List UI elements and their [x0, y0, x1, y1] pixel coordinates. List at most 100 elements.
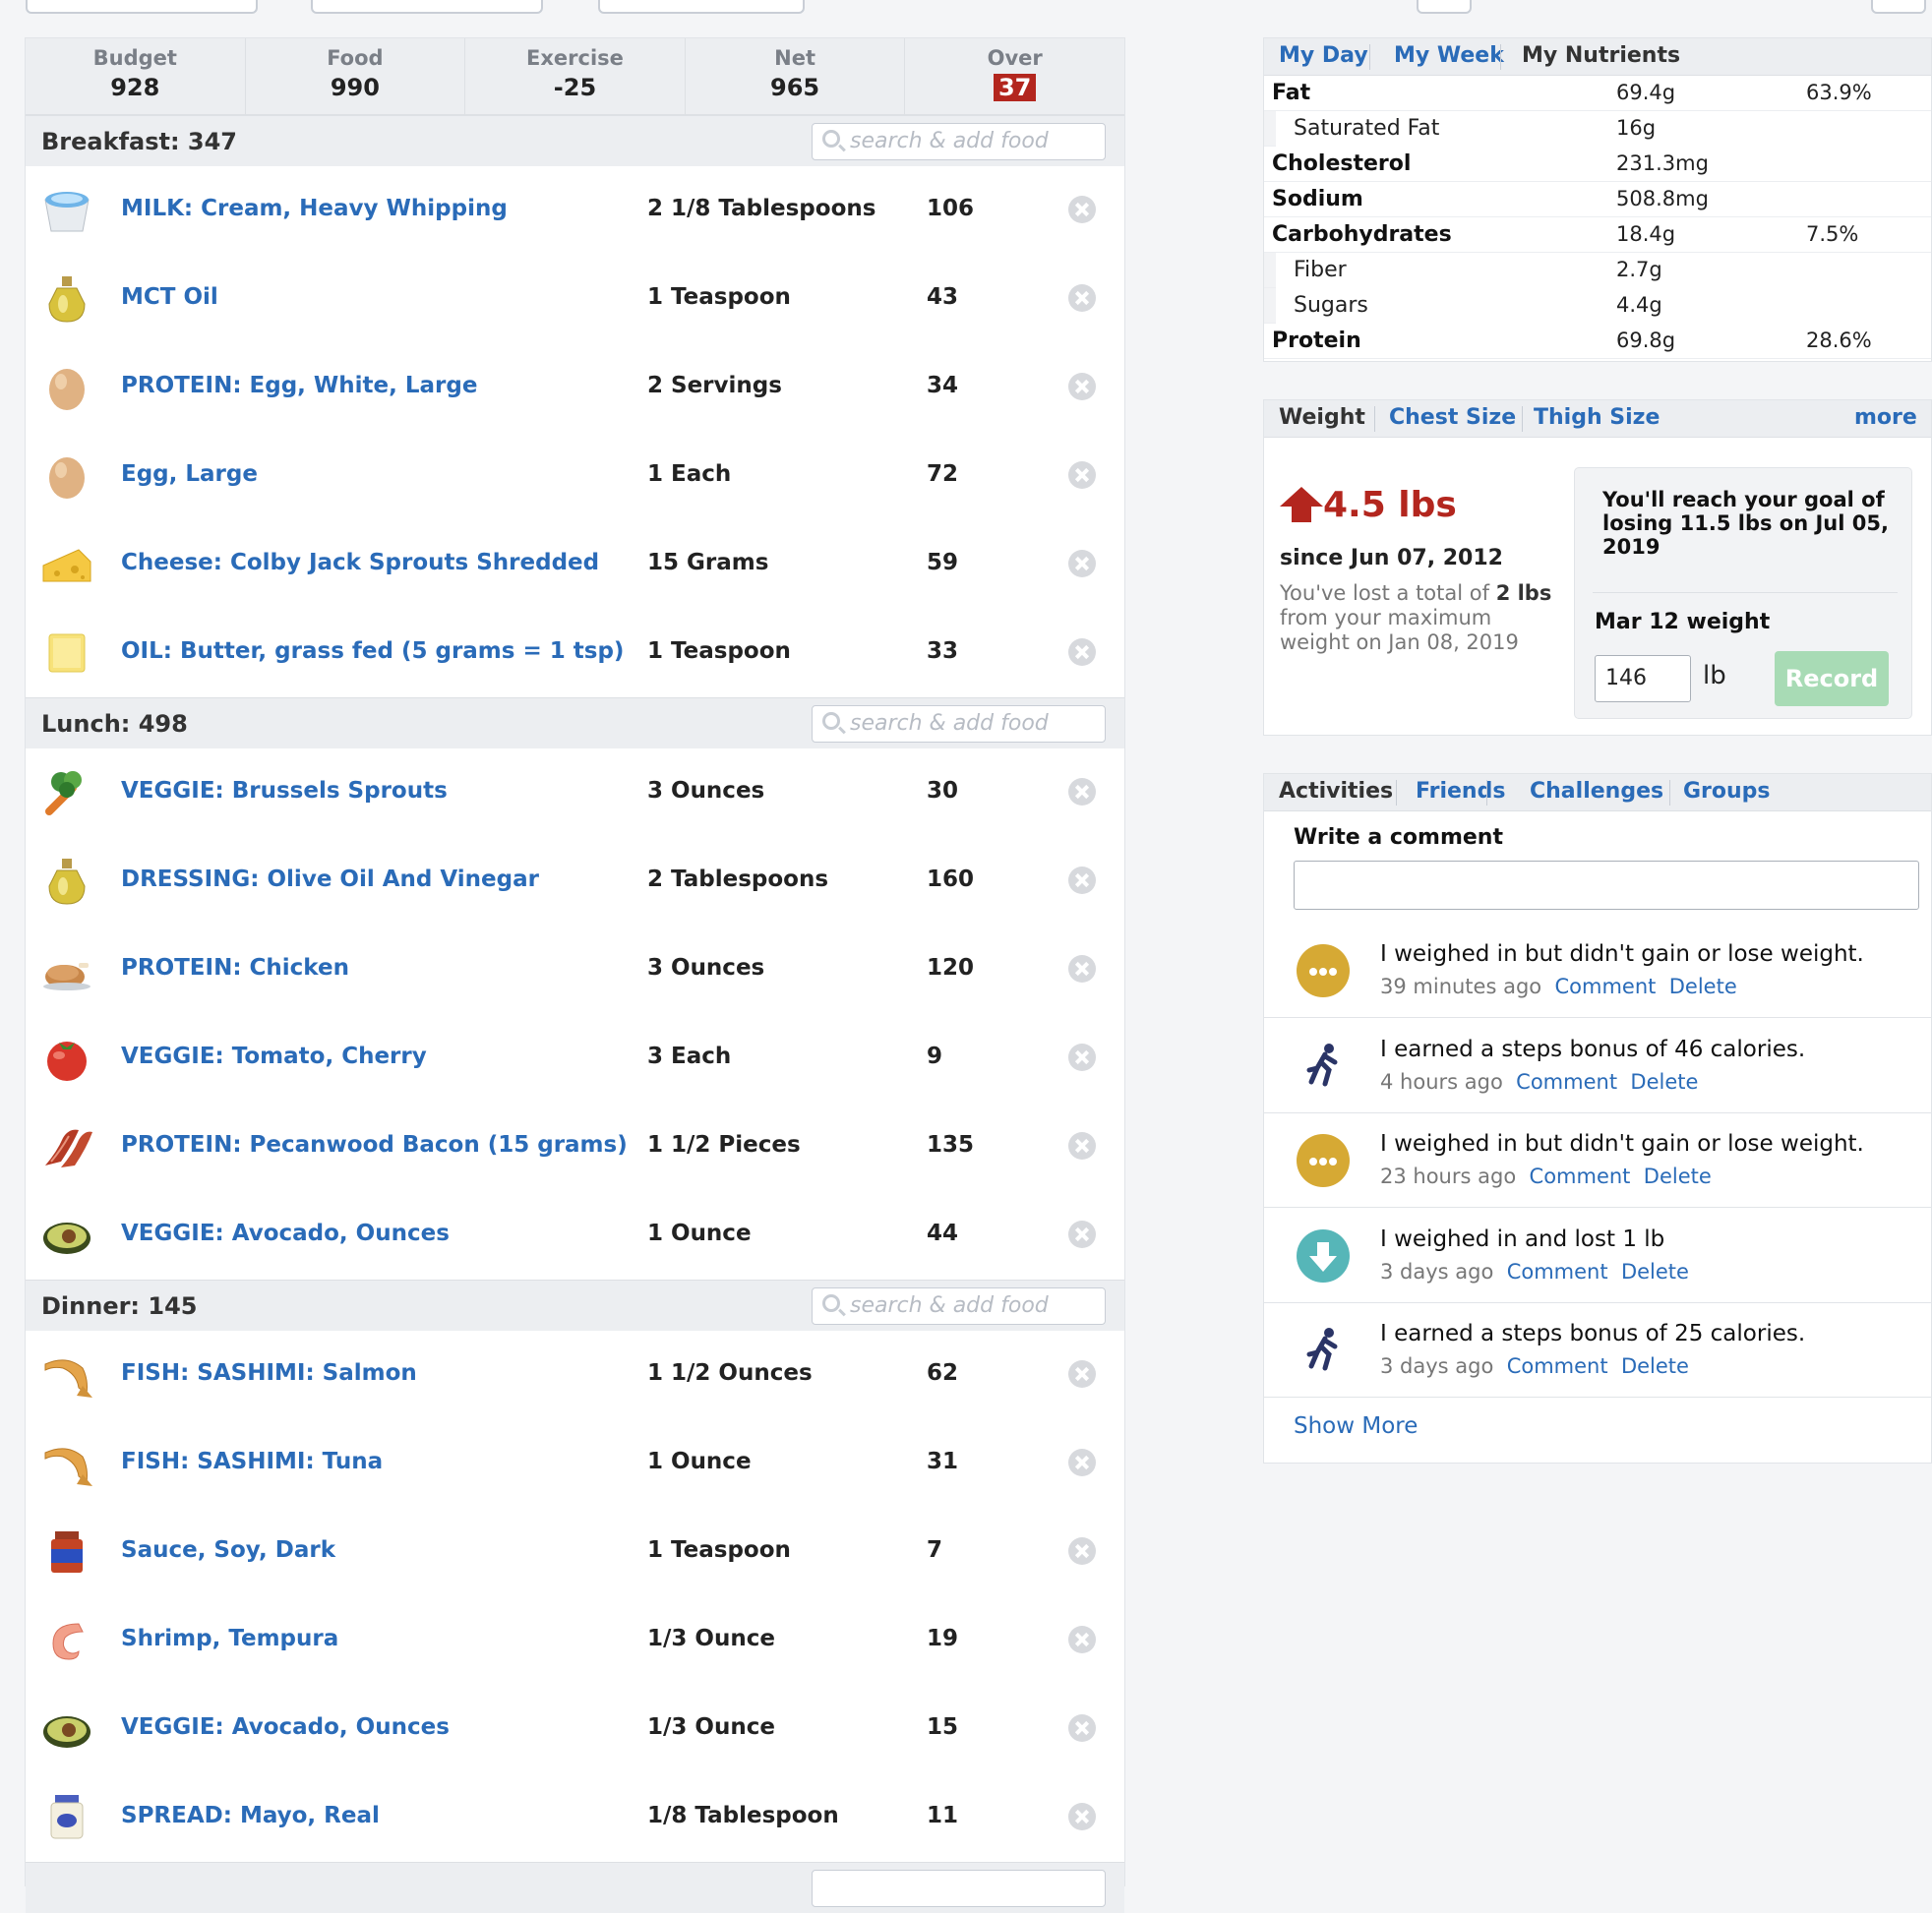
food-row: VEGGIE: Tomato, Cherry 3 Each 9: [26, 1014, 1124, 1103]
food-name-link[interactable]: PROTEIN: Egg, White, Large: [121, 373, 477, 398]
activity-text: I weighed in but didn't gain or lose wei…: [1380, 1131, 1864, 1157]
nutrient-row: Sugars 4.4g: [1264, 288, 1931, 324]
food-calories: 135: [927, 1132, 975, 1158]
tab-thigh-size[interactable]: Thigh Size: [1534, 405, 1660, 430]
comment-link[interactable]: Comment: [1530, 1165, 1631, 1188]
food-quantity: 1 Ounce: [647, 1449, 752, 1474]
food-name-link[interactable]: FISH: SASHIMI: Tuna: [121, 1449, 383, 1474]
food-name-link[interactable]: FISH: SASHIMI: Salmon: [121, 1360, 417, 1386]
search-add-food-input[interactable]: [812, 1870, 1106, 1907]
weight-input[interactable]: 146: [1595, 655, 1691, 702]
show-more-link[interactable]: Show More: [1294, 1413, 1418, 1439]
weight-panel: Weight Chest Size Thigh Size more 4.5 lb…: [1263, 399, 1932, 736]
delete-icon[interactable]: [1068, 284, 1096, 312]
delete-link[interactable]: Delete: [1621, 1354, 1689, 1378]
tab-chest-size[interactable]: Chest Size: [1389, 405, 1516, 430]
delete-link[interactable]: Delete: [1621, 1260, 1689, 1284]
tab-challenges[interactable]: Challenges: [1530, 779, 1663, 804]
food-quantity: 1 Teaspoon: [647, 284, 791, 310]
delete-icon[interactable]: [1068, 1044, 1096, 1071]
food-quantity: 1 Each: [647, 461, 732, 487]
delete-icon[interactable]: [1068, 1221, 1096, 1248]
comment-input[interactable]: [1294, 861, 1919, 910]
nutrients-panel: My Day My Week My Nutrients Fat 69.4g 63.9…: [1263, 37, 1932, 362]
delete-link[interactable]: Delete: [1669, 975, 1737, 998]
more-link[interactable]: more: [1854, 405, 1917, 430]
food-row: MILK: Cream, Heavy Whipping 2 1/8 Tablesp…: [26, 166, 1124, 255]
delete-icon[interactable]: [1068, 955, 1096, 983]
activity-text: I earned a steps bonus of 46 calories.: [1380, 1036, 1806, 1062]
toolbar-button[interactable]: [1871, 0, 1926, 14]
search-add-food-input[interactable]: search & add food: [812, 123, 1106, 160]
food-name-link[interactable]: MCT Oil: [121, 284, 218, 310]
delete-icon[interactable]: [1068, 867, 1096, 894]
nutrient-label: Carbohydrates: [1272, 222, 1452, 247]
tab-my-day[interactable]: My Day: [1279, 43, 1368, 68]
food-calories: 160: [927, 867, 975, 892]
bacon-icon: [39, 1122, 94, 1171]
delete-icon[interactable]: [1068, 638, 1096, 666]
delete-icon[interactable]: [1068, 1803, 1096, 1830]
delete-icon[interactable]: [1068, 1714, 1096, 1742]
toolbar-button[interactable]: [311, 0, 543, 14]
food-name-link[interactable]: MILK: Cream, Heavy Whipping: [121, 196, 508, 221]
food-row: Sauce, Soy, Dark 1 Teaspoon 7: [26, 1508, 1124, 1596]
food-name-link[interactable]: VEGGIE: Tomato, Cherry: [121, 1044, 427, 1069]
tab-groups[interactable]: Groups: [1683, 779, 1771, 804]
food-name-link[interactable]: Sauce, Soy, Dark: [121, 1537, 335, 1563]
summary-over: Over 37: [987, 46, 1043, 101]
food-name-link[interactable]: VEGGIE: Brussels Sprouts: [121, 778, 448, 804]
comment-link[interactable]: Comment: [1507, 1260, 1608, 1284]
food-name-link[interactable]: Egg, Large: [121, 461, 258, 487]
food-name-link[interactable]: DRESSING: Olive Oil And Vinegar: [121, 867, 539, 892]
delete-icon[interactable]: [1068, 778, 1096, 806]
delete-icon[interactable]: [1068, 1449, 1096, 1476]
meals-container: Breakfast: 347 search & add food MILK: Cre…: [26, 115, 1124, 1913]
comment-link[interactable]: Comment: [1516, 1070, 1617, 1094]
tab-weight[interactable]: Weight: [1279, 405, 1365, 430]
sauce-jar-icon: [39, 1527, 94, 1577]
delete-icon[interactable]: [1068, 1360, 1096, 1388]
delete-icon[interactable]: [1068, 1626, 1096, 1653]
activity-panel: Activities Friends Challenges Groups Wri…: [1263, 773, 1932, 1464]
toolbar-button[interactable]: [1417, 0, 1472, 14]
food-name-link[interactable]: PROTEIN: Chicken: [121, 955, 349, 981]
delete-link[interactable]: Delete: [1630, 1070, 1698, 1094]
search-add-food-input[interactable]: search & add food: [812, 705, 1106, 743]
record-button[interactable]: Record: [1775, 651, 1889, 706]
tab-my-week[interactable]: My Week: [1394, 43, 1504, 68]
food-name-link[interactable]: OIL: Butter, grass fed (5 grams = 1 tsp): [121, 638, 624, 664]
delete-link[interactable]: Delete: [1644, 1165, 1712, 1188]
food-name-link[interactable]: VEGGIE: Avocado, Ounces: [121, 1221, 450, 1246]
food-name-link[interactable]: Shrimp, Tempura: [121, 1626, 338, 1651]
food-name-link[interactable]: Cheese: Colby Jack Sprouts Shredded: [121, 550, 599, 575]
activity-text: I earned a steps bonus of 25 calories.: [1380, 1321, 1806, 1346]
delete-icon[interactable]: [1068, 373, 1096, 400]
meal-title: Breakfast: 347: [41, 128, 238, 155]
nutrient-row: Fiber 2.7g: [1264, 253, 1931, 288]
fish-icon: [39, 1350, 94, 1400]
write-comment-label: Write a comment: [1294, 825, 1503, 850]
delete-icon[interactable]: [1068, 1132, 1096, 1160]
food-name-link[interactable]: SPREAD: Mayo, Real: [121, 1803, 380, 1828]
food-row: PROTEIN: Chicken 3 Ounces 120: [26, 926, 1124, 1014]
toolbar-button[interactable]: [598, 0, 805, 14]
tab-activities[interactable]: Activities: [1279, 779, 1393, 804]
food-quantity: 1 Teaspoon: [647, 1537, 791, 1563]
comment-link[interactable]: Comment: [1554, 975, 1656, 998]
delete-icon[interactable]: [1068, 550, 1096, 577]
mayo-jar-icon: [39, 1793, 94, 1842]
activity-meta: 3 days ago Comment Delete: [1380, 1260, 1689, 1284]
search-add-food-input[interactable]: search & add food: [812, 1287, 1106, 1325]
food-name-link[interactable]: PROTEIN: Pecanwood Bacon (15 grams): [121, 1132, 628, 1158]
toolbar-button[interactable]: [26, 0, 258, 14]
tab-my-nutrients[interactable]: My Nutrients: [1522, 43, 1680, 68]
comment-link[interactable]: Comment: [1507, 1354, 1608, 1378]
food-quantity: 3 Each: [647, 1044, 732, 1069]
delete-icon[interactable]: [1068, 461, 1096, 489]
tab-separator: [1369, 44, 1370, 70]
delete-icon[interactable]: [1068, 196, 1096, 223]
delete-icon[interactable]: [1068, 1537, 1096, 1565]
food-name-link[interactable]: VEGGIE: Avocado, Ounces: [121, 1714, 450, 1740]
tab-friends[interactable]: Friends: [1416, 779, 1505, 804]
